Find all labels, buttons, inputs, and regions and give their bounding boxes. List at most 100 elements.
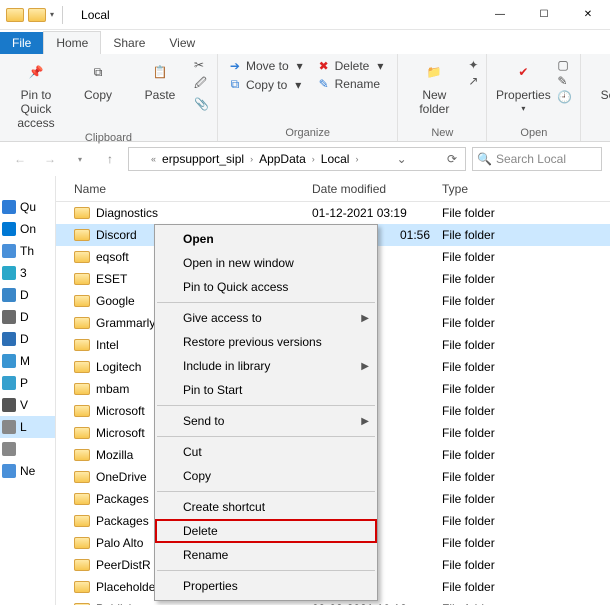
ctx-send-to[interactable]: Send to▶	[155, 409, 377, 433]
col-date[interactable]: Date modified	[306, 182, 436, 196]
sidebar-item[interactable]: P	[0, 372, 55, 394]
music-icon	[2, 354, 16, 368]
cell-type: File folder	[436, 272, 610, 286]
chevron-left-icon[interactable]: «	[149, 154, 158, 164]
cut-icon[interactable]: ✂	[194, 58, 209, 72]
breadcrumb[interactable]: Local	[319, 152, 352, 166]
ctx-delete[interactable]: Delete	[155, 519, 377, 543]
rename-icon: ✎	[317, 77, 331, 91]
folder-icon	[74, 317, 90, 329]
copy-button[interactable]: ⧉ Copy	[70, 58, 126, 102]
cell-type: File folder	[436, 536, 610, 550]
back-button[interactable]: ←	[8, 147, 32, 171]
folder-icon	[74, 273, 90, 285]
ctx-include-library[interactable]: Include in library▶	[155, 354, 377, 378]
sidebar-item[interactable]: D	[0, 328, 55, 350]
edit-icon[interactable]: ✎	[557, 74, 572, 88]
sidebar-item[interactable]: On	[0, 218, 55, 240]
sidebar-item[interactable]: L	[0, 416, 55, 438]
dl-icon	[2, 332, 16, 346]
chevron-right-icon[interactable]: ›	[310, 154, 317, 164]
close-button[interactable]: ✕	[566, 0, 610, 30]
col-type[interactable]: Type	[436, 182, 610, 196]
history-icon[interactable]: 🕘	[557, 90, 572, 104]
ctx-restore[interactable]: Restore previous versions	[155, 330, 377, 354]
ctx-pin-quick-access[interactable]: Pin to Quick access	[155, 275, 377, 299]
delete-button[interactable]: ✖Delete▾	[315, 58, 390, 74]
tab-home[interactable]: Home	[43, 31, 101, 54]
address-bar[interactable]: « erpsupport_sipl › AppData › Local › ⌄ …	[128, 147, 466, 171]
search-box[interactable]: 🔍 Search Local	[472, 147, 602, 171]
easy-access-icon[interactable]: ↗	[468, 74, 478, 88]
copy-to-button[interactable]: ⧉Copy to▾	[226, 76, 309, 93]
properties-button[interactable]: ✔ Properties ▾	[495, 58, 551, 113]
sidebar-item[interactable]: D	[0, 284, 55, 306]
folder-icon	[74, 207, 90, 219]
sidebar-item[interactable]: Th	[0, 240, 55, 262]
ctx-open-new-window[interactable]: Open in new window	[155, 251, 377, 275]
ctx-give-access[interactable]: Give access to▶	[155, 306, 377, 330]
column-headers: Name Date modified Type	[56, 176, 610, 202]
forward-button[interactable]: →	[38, 147, 62, 171]
addr-folder-icon	[133, 154, 147, 165]
move-to-button[interactable]: ➔Move to▾	[226, 58, 309, 74]
qat-dropdown-icon[interactable]: ▾	[50, 10, 54, 19]
3d-icon	[2, 266, 16, 280]
recent-dropdown[interactable]: ▾	[68, 147, 92, 171]
addr-dropdown-icon[interactable]: ⌄	[393, 152, 411, 166]
group-organize-label: Organize	[226, 125, 389, 139]
vid-icon	[2, 398, 16, 412]
net-icon	[2, 464, 16, 478]
breadcrumb[interactable]: AppData	[257, 152, 308, 166]
cell-type: File folder	[436, 492, 610, 506]
pin-icon: 📌	[22, 58, 50, 86]
new-item-icon[interactable]: ✦	[468, 58, 478, 72]
rename-button[interactable]: ✎Rename	[315, 76, 390, 92]
ctx-pin-start[interactable]: Pin to Start	[155, 378, 377, 402]
new-folder-icon: 📁	[420, 58, 448, 86]
sidebar-item-label: 3	[20, 266, 27, 280]
breadcrumb[interactable]: erpsupport_sipl	[160, 152, 246, 166]
window-title: Local	[81, 8, 110, 22]
tab-view[interactable]: View	[157, 32, 207, 54]
doc-icon	[2, 310, 16, 324]
col-name[interactable]: Name	[56, 182, 306, 196]
ctx-copy[interactable]: Copy	[155, 464, 377, 488]
cell-type: File folder	[436, 470, 610, 484]
ctx-create-shortcut[interactable]: Create shortcut	[155, 495, 377, 519]
tab-file[interactable]: File	[0, 32, 43, 54]
ctx-open[interactable]: Open	[155, 227, 377, 251]
group-new-label: New	[406, 125, 478, 139]
pin-to-quick-access-button[interactable]: 📌 Pin to Quick access	[8, 58, 64, 130]
ctx-properties[interactable]: Properties	[155, 574, 377, 598]
sidebar-item[interactable]: M	[0, 350, 55, 372]
chevron-right-icon[interactable]: ›	[248, 154, 255, 164]
sidebar-item[interactable]: V	[0, 394, 55, 416]
open-icon[interactable]: ▢	[557, 58, 572, 72]
paste-shortcut-icon[interactable]: 📎	[194, 97, 209, 111]
minimize-button[interactable]: —	[478, 0, 522, 30]
select-button[interactable]: ▦ Select ▾	[589, 58, 610, 113]
ctx-cut[interactable]: Cut	[155, 440, 377, 464]
cell-type: File folder	[436, 382, 610, 396]
refresh-button[interactable]: ⟳	[443, 152, 461, 166]
sidebar-item-label: M	[20, 354, 30, 368]
sidebar-item[interactable]: 3	[0, 262, 55, 284]
copy-path-icon[interactable]: 🖉	[194, 74, 209, 95]
sidebar-item[interactable]: Qu	[0, 196, 55, 218]
paste-button[interactable]: 📋 Paste	[132, 58, 188, 102]
ctx-rename[interactable]: Rename	[155, 543, 377, 567]
maximize-button[interactable]: ☐	[522, 0, 566, 30]
tab-share[interactable]: Share	[101, 32, 157, 54]
sidebar-item[interactable]	[0, 438, 55, 460]
new-folder-button[interactable]: 📁 New folder	[406, 58, 462, 116]
table-row[interactable]: Diagnostics01-12-2021 03:19File folder	[56, 202, 610, 224]
chevron-right-icon[interactable]: ›	[353, 154, 360, 164]
qat-folder-icon[interactable]	[28, 8, 46, 22]
up-button[interactable]: ↑	[98, 147, 122, 171]
pin-label: Pin to Quick access	[8, 88, 64, 130]
sidebar-item-label: V	[20, 398, 28, 412]
sidebar-item[interactable]: Ne	[0, 460, 55, 482]
cell-type: File folder	[436, 338, 610, 352]
sidebar-item[interactable]: D	[0, 306, 55, 328]
